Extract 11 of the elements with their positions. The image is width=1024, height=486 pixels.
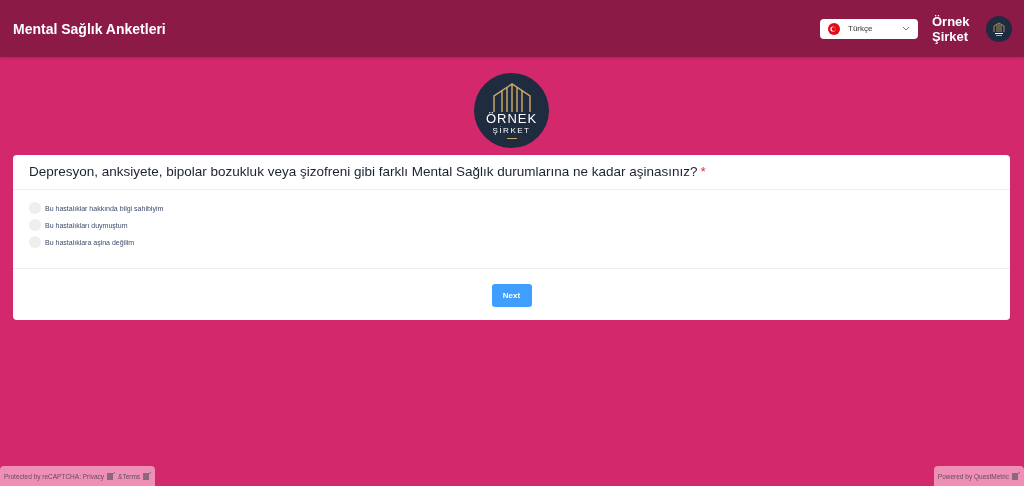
chevron-down-icon — [902, 26, 910, 31]
language-select[interactable]: Türkçe — [820, 18, 918, 39]
flag-icon — [828, 22, 840, 35]
company-name: Örnek Şirket — [932, 13, 971, 44]
app-title: Mental Sağlık Anketleri — [13, 20, 166, 37]
company-logo: ÖRNEK ŞİRKET — [474, 73, 549, 148]
question-text: Depresyon, anksiyete, bipolar bozukluk veya şizofreni gibi farklı Mental Sağlık durumlarına ne kadar aşinasınız? * — [29, 164, 706, 179]
external-link-icon — [1012, 472, 1020, 480]
external-link-icon — [107, 472, 116, 480]
external-link-icon — [143, 472, 152, 480]
building-icon — [992, 21, 1006, 36]
